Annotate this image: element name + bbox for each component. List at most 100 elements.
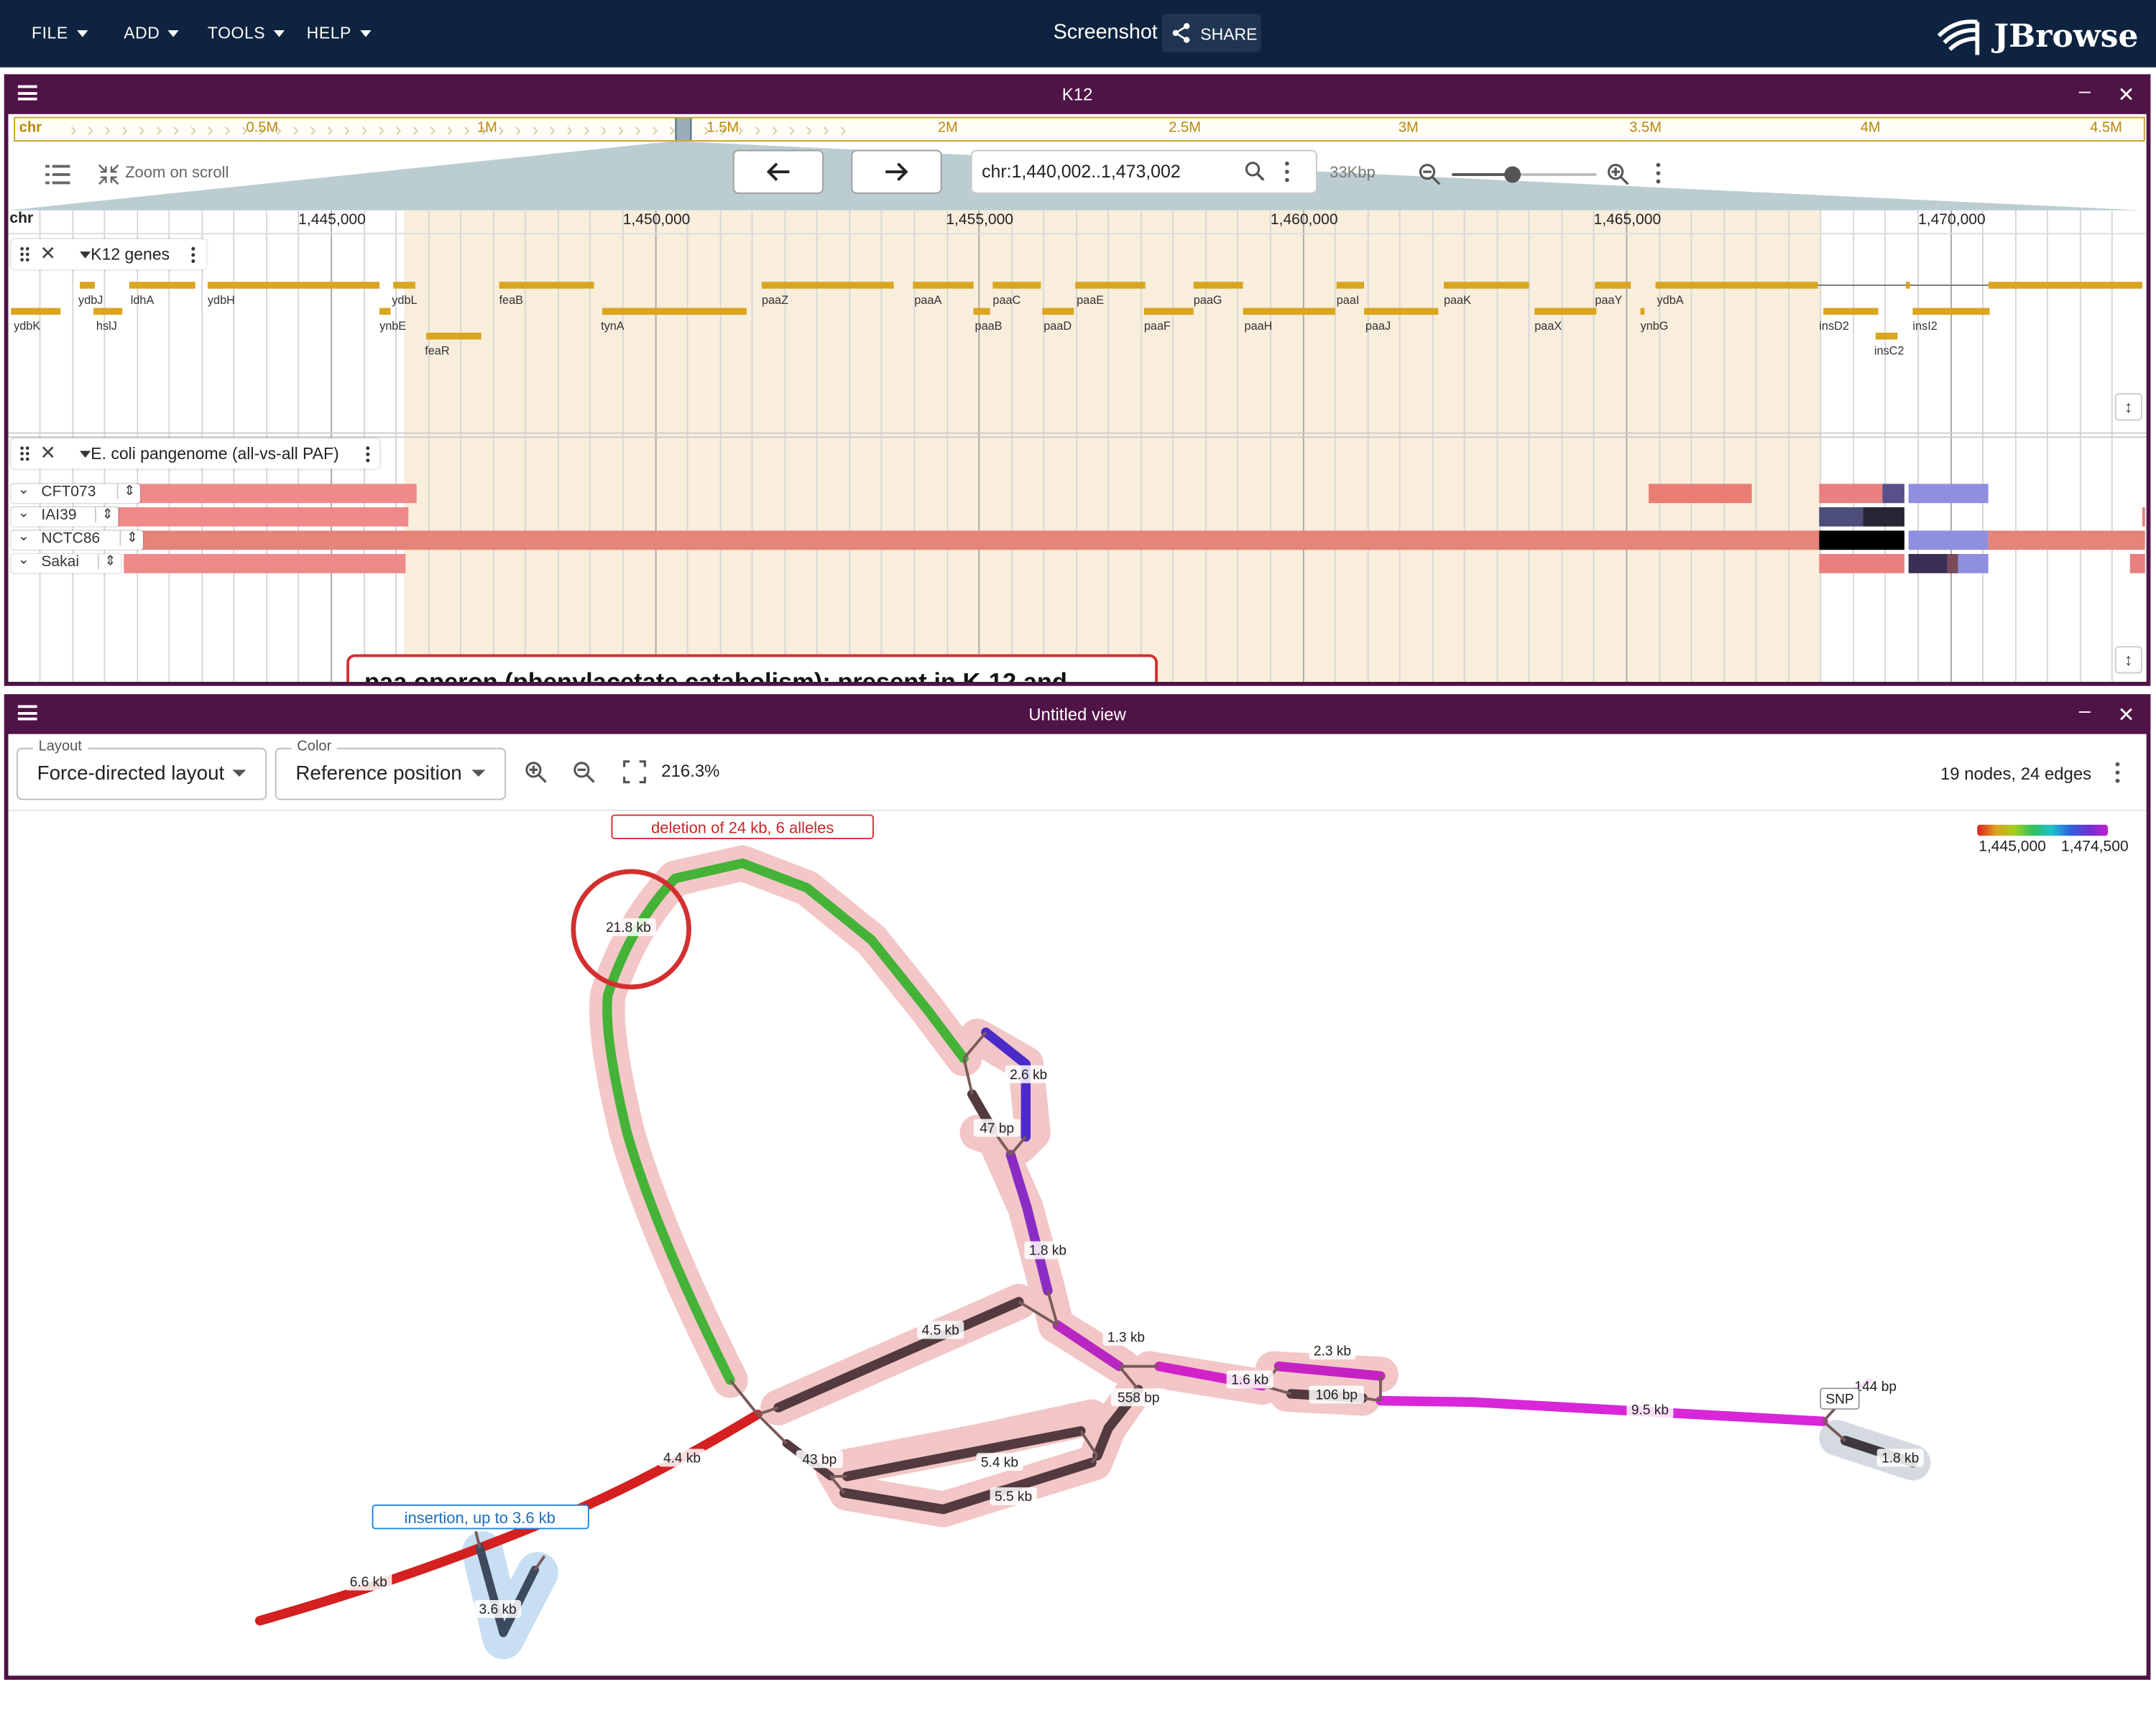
help-menu[interactable]: HELP <box>307 24 371 42</box>
alignment-block[interactable] <box>118 507 409 527</box>
track-menu-icon[interactable] <box>364 445 372 463</box>
node-label: 6.6 kb <box>350 1575 387 1590</box>
sort-icon[interactable]: ⇕ <box>95 507 114 523</box>
gene-paaF[interactable] <box>1143 308 1194 315</box>
gene-insI2[interactable] <box>1912 308 1990 315</box>
track-resize-handle[interactable]: ↕ <box>2114 393 2142 421</box>
file-menu[interactable]: FILE <box>32 24 88 42</box>
sort-icon[interactable]: ⇕ <box>119 530 138 546</box>
location-input[interactable]: chr:1,440,002..1,473,002 <box>970 149 1317 194</box>
track-resize-handle[interactable]: ↕ <box>2114 646 2142 674</box>
gene-label: paaY <box>1595 292 1623 307</box>
alignment-block[interactable] <box>1819 530 1904 550</box>
close-track-icon[interactable]: ✕ <box>40 441 55 465</box>
ydbA-intron <box>1818 285 1989 286</box>
gene-ydbH[interactable] <box>207 282 380 289</box>
track-menu-icon[interactable] <box>190 246 197 264</box>
drag-handle-icon[interactable] <box>19 246 30 262</box>
alignment-block[interactable] <box>1819 554 1904 573</box>
drag-handle-icon[interactable] <box>19 445 30 462</box>
gene-paaB[interactable] <box>973 308 990 315</box>
view-options-icon[interactable] <box>1654 162 1662 185</box>
alignment-block[interactable] <box>1947 554 1958 573</box>
alignment-block[interactable] <box>1988 530 2145 550</box>
gene-tynA[interactable] <box>602 308 747 315</box>
zoom-in-icon[interactable] <box>1606 162 1630 186</box>
alignment-block[interactable] <box>1908 484 1989 504</box>
alignment-block[interactable] <box>2142 507 2145 527</box>
more-vert-icon[interactable] <box>1283 161 1291 183</box>
gene-paaK[interactable] <box>1443 282 1529 289</box>
overview-tick: 2M <box>937 119 958 137</box>
chevron-down-icon[interactable]: ⌄ <box>18 530 29 545</box>
gene-paaJ[interactable] <box>1363 308 1439 315</box>
gene-paaE[interactable] <box>1075 282 1146 289</box>
gene-paaX[interactable] <box>1534 308 1597 315</box>
gene-paaY[interactable] <box>1595 282 1631 289</box>
sort-icon[interactable]: ⇕ <box>97 554 116 570</box>
track-collapse-icon[interactable] <box>79 450 91 458</box>
pan-left-button[interactable] <box>732 149 824 194</box>
gene-ynbE[interactable] <box>379 308 391 315</box>
search-icon[interactable] <box>1245 161 1266 182</box>
chevron-down-icon[interactable]: ⌄ <box>18 506 29 521</box>
alignment-block[interactable] <box>1908 530 1989 550</box>
track-collapse-icon[interactable] <box>79 251 91 259</box>
gene-label: ydbL <box>392 292 418 307</box>
gene-feaB[interactable] <box>499 282 594 289</box>
minimize-icon[interactable]: – <box>2079 700 2091 724</box>
alignment-block[interactable] <box>124 554 406 573</box>
gene-ydbA[interactable] <box>1655 282 1818 289</box>
gene-paaZ[interactable] <box>761 282 894 289</box>
tools-menu[interactable]: TOOLS <box>208 24 285 42</box>
overview-bar[interactable]: chr › › › › › › › › › › › › › › › › › › … <box>14 116 2145 142</box>
gene-label: insC2 <box>1874 343 1904 358</box>
gene-paaC[interactable] <box>992 282 1041 289</box>
alignment-block[interactable] <box>1649 484 1752 504</box>
overview-viewport-marker[interactable] <box>675 118 692 141</box>
alignment-block[interactable] <box>1819 507 1864 527</box>
share-button[interactable]: SHARE <box>1161 14 1261 52</box>
gene-ldhA[interactable] <box>129 282 195 289</box>
alignment-block[interactable] <box>1882 484 1904 504</box>
close-track-icon[interactable]: ✕ <box>40 242 55 266</box>
minimize-icon[interactable]: – <box>2079 80 2091 103</box>
gene-paaH[interactable] <box>1243 308 1335 315</box>
alignment-block[interactable] <box>2129 554 2145 573</box>
alignment-block[interactable] <box>132 484 417 504</box>
gene-insD2[interactable] <box>1823 308 1879 315</box>
zoom-slider-thumb[interactable] <box>1504 166 1521 183</box>
track-selector-icon[interactable] <box>45 164 70 186</box>
gene-ydbJ[interactable] <box>79 282 96 289</box>
gene-paaG[interactable] <box>1193 282 1243 289</box>
gene-ynbG[interactable] <box>1640 308 1645 315</box>
sort-icon[interactable]: ⇕ <box>116 484 135 499</box>
synteny-track-label: ✕ E. coli pangenome (all-vs-all PAF) <box>11 438 380 469</box>
zoom-on-scroll-label[interactable]: Zoom on scroll <box>125 165 229 182</box>
jbrowse-logo-icon <box>1937 19 1980 55</box>
alignment-block[interactable] <box>1863 507 1904 527</box>
gene-ydbK[interactable] <box>11 308 61 315</box>
alignment-block[interactable] <box>1958 554 1989 573</box>
gene-paaI[interactable] <box>1336 282 1364 289</box>
chevron-down-icon[interactable]: ⌄ <box>18 483 29 498</box>
synteny-track-name: E. coli pangenome (all-vs-all PAF) <box>91 443 339 463</box>
gene-hslJ[interactable] <box>93 308 123 315</box>
alignment-block[interactable] <box>1819 484 1883 504</box>
add-menu[interactable]: ADD <box>124 24 180 42</box>
gene-ydbL[interactable] <box>393 282 415 289</box>
zoom-slider-fill <box>1452 173 1511 176</box>
pan-right-button[interactable] <box>851 149 942 194</box>
zoom-on-scroll-icon[interactable] <box>98 164 120 186</box>
graph-canvas[interactable]: deletion of 24 kb, 6 alleles insertion, … <box>8 734 2146 1676</box>
gene-insC2[interactable] <box>1875 332 1898 340</box>
close-icon[interactable]: ✕ <box>2117 83 2134 108</box>
alignment-block[interactable] <box>142 530 1820 550</box>
chevron-down-icon <box>273 30 285 38</box>
gene-paaD[interactable] <box>1042 308 1074 315</box>
gene-feaR[interactable] <box>426 332 482 340</box>
chevron-down-icon[interactable]: ⌄ <box>18 553 29 568</box>
gene-paaA[interactable] <box>913 282 974 289</box>
close-icon[interactable]: ✕ <box>2117 703 2134 728</box>
zoom-out-icon[interactable] <box>1418 162 1442 186</box>
